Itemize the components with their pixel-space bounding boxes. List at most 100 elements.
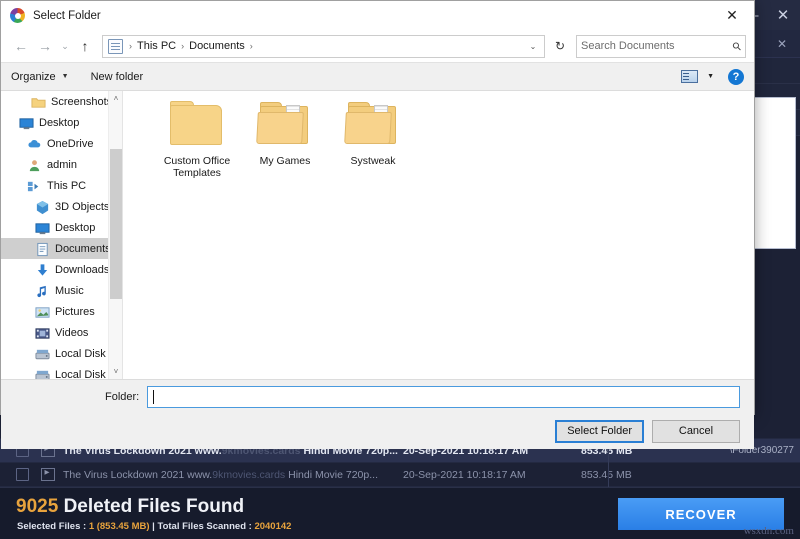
tree-item-pictures[interactable]: Pictures xyxy=(1,301,122,322)
breadcrumb-sep: › xyxy=(129,41,132,51)
scroll-down-icon[interactable]: ˅ xyxy=(109,364,122,379)
view-layout-icon[interactable] xyxy=(681,70,699,83)
tree-item-onedrive[interactable]: OneDrive xyxy=(1,133,122,154)
tree-item-label: Desktop xyxy=(55,221,96,234)
chevron-down-icon[interactable]: ▼ xyxy=(707,73,714,80)
disk-icon xyxy=(35,347,50,361)
recent-locations-icon[interactable]: ⌄ xyxy=(57,34,73,58)
forward-icon[interactable]: → xyxy=(33,34,57,58)
folder-icon xyxy=(168,101,226,149)
dialog-title: Select Folder xyxy=(33,9,101,22)
cube-icon xyxy=(35,200,50,214)
breadcrumb-documents[interactable]: Documents xyxy=(186,40,248,52)
tree-item-label: OneDrive xyxy=(47,137,94,150)
tree-item-admin[interactable]: admin xyxy=(1,154,122,175)
pc-icon xyxy=(27,179,42,193)
tree-item-this-pc[interactable]: This PC xyxy=(1,175,122,196)
tree-item-label: Videos xyxy=(55,326,89,339)
folder-field-label: Folder: xyxy=(105,390,140,403)
videos-icon xyxy=(35,326,50,340)
scroll-up-icon[interactable]: ˄ xyxy=(109,91,122,106)
tree-item-documents[interactable]: Documents xyxy=(1,238,122,259)
chevron-down-icon: ▼ xyxy=(61,73,69,80)
cloud-icon xyxy=(27,137,42,151)
tree-item-screenshots[interactable]: Screenshots xyxy=(1,91,122,112)
folder-tree[interactable]: Screenshots Desktop OneDrive admin This PC 3D… xyxy=(1,91,123,379)
tree-item-videos[interactable]: Videos xyxy=(1,322,122,343)
search-placeholder: Search Documents xyxy=(581,40,675,52)
tree-item-label: Documents xyxy=(55,242,111,255)
tree-item-local-disk-c[interactable]: Local Disk (C:) xyxy=(1,343,122,364)
new-folder-button[interactable]: New folder xyxy=(91,71,144,83)
documents-icon xyxy=(35,242,50,256)
tree-item-label: This PC xyxy=(47,179,87,192)
help-icon[interactable]: ? xyxy=(728,68,744,85)
dialog-titlebar: Select Folder ✕ xyxy=(1,1,754,30)
dialog-toolbar: Organize ▼ New folder ▼ ? xyxy=(1,62,754,91)
tree-item-desktop[interactable]: Desktop xyxy=(1,112,122,133)
search-input[interactable]: Search Documents ⚲ xyxy=(576,34,746,58)
download-icon xyxy=(35,263,50,277)
new-folder-label: New folder xyxy=(90,70,144,83)
tree-item-label: Pictures xyxy=(55,305,95,318)
breadcrumb-sep: › xyxy=(181,41,185,51)
tree-item-label: Music xyxy=(55,284,84,297)
tree-item-downloads[interactable]: Downloads xyxy=(1,259,122,280)
folder-name-input[interactable] xyxy=(147,385,740,408)
navigation-bar: ← → ⌄ ↑ › This PC › Documents › ⌄ ↻ Sear… xyxy=(1,30,754,62)
breadcrumb-sep: › xyxy=(249,41,253,51)
tree-item-desktop[interactable]: Desktop xyxy=(1,217,122,238)
disk-icon xyxy=(35,368,50,379)
table-row[interactable]: The Virus Lockdown 2021 www.9kmovies.car… xyxy=(0,463,800,487)
dialog-close-icon[interactable]: ✕ xyxy=(710,1,754,30)
tree-item-3d-objects[interactable]: 3D Objects xyxy=(1,196,122,217)
folder-name-row: Folder: xyxy=(1,379,754,413)
folder-icon xyxy=(31,95,46,109)
tree-item-label: admin xyxy=(47,158,77,171)
address-bar[interactable]: › This PC › Documents › ⌄ xyxy=(102,34,545,58)
scrollbar-thumb[interactable] xyxy=(110,149,122,299)
documents-icon xyxy=(108,38,123,54)
dialog-buttons: Select Folder Cancel xyxy=(1,413,754,449)
deleted-files-count: 9025 Deleted Files Found xyxy=(16,496,245,517)
folder-label: Systweak xyxy=(350,155,396,167)
file-size: 853.45 MB xyxy=(581,468,632,481)
panel-close-icon[interactable]: ✕ xyxy=(770,30,794,58)
folder-item[interactable]: My Games xyxy=(237,101,333,167)
folder-item[interactable]: Custom Office Templates xyxy=(149,101,245,179)
select-folder-dialog: Select Folder ✕ ← → ⌄ ↑ › This PC › Docu… xyxy=(0,0,755,449)
tree-item-label: Screenshots xyxy=(51,95,113,108)
tree-item-music[interactable]: Music xyxy=(1,280,122,301)
desktop-icon xyxy=(19,116,34,130)
status-summary: Selected Files : 1 (853.45 MB) | Total F… xyxy=(17,521,292,532)
cancel-button[interactable]: Cancel xyxy=(652,419,740,443)
folder-grid[interactable]: Custom Office Templates My Games Systwea… xyxy=(123,91,754,379)
chevron-down-icon[interactable]: ⌄ xyxy=(524,42,542,51)
select-folder-button[interactable]: Select Folder xyxy=(555,419,644,443)
folder-icon xyxy=(256,101,314,149)
refresh-icon[interactable]: ↻ xyxy=(548,35,572,58)
dialog-body: Screenshots Desktop OneDrive admin This PC 3D… xyxy=(1,91,754,379)
row-checkbox[interactable] xyxy=(16,468,29,481)
organize-button[interactable]: Organize ▼ xyxy=(11,71,69,83)
pictures-icon xyxy=(35,305,50,319)
file-date: 20-Sep-2021 10:18:17 AM xyxy=(403,468,526,481)
user-icon xyxy=(27,158,42,172)
up-icon[interactable]: ↑ xyxy=(73,34,97,58)
watermark: wsxdn.com xyxy=(743,525,794,537)
folder-label: Custom Office Templates xyxy=(163,155,231,179)
tree-item-label: 3D Objects xyxy=(55,200,110,213)
folder-item[interactable]: Systweak xyxy=(325,101,421,167)
folder-icon xyxy=(344,101,402,149)
desktop-icon xyxy=(35,221,50,235)
status-bar: 9025 Deleted Files Found Selected Files … xyxy=(0,487,800,539)
video-file-icon xyxy=(41,468,55,481)
breadcrumb-this-pc[interactable]: This PC xyxy=(134,40,179,52)
search-icon: ⚲ xyxy=(730,39,745,54)
tree-item-local-disk-d[interactable]: Local Disk (D:) xyxy=(1,364,122,379)
back-icon[interactable]: ← xyxy=(9,34,33,58)
tree-scrollbar[interactable]: ˄ ˅ xyxy=(108,91,122,379)
organize-label: Organize xyxy=(11,70,56,83)
app-logo-icon xyxy=(10,8,25,23)
close-icon[interactable]: ✕ xyxy=(768,0,798,30)
